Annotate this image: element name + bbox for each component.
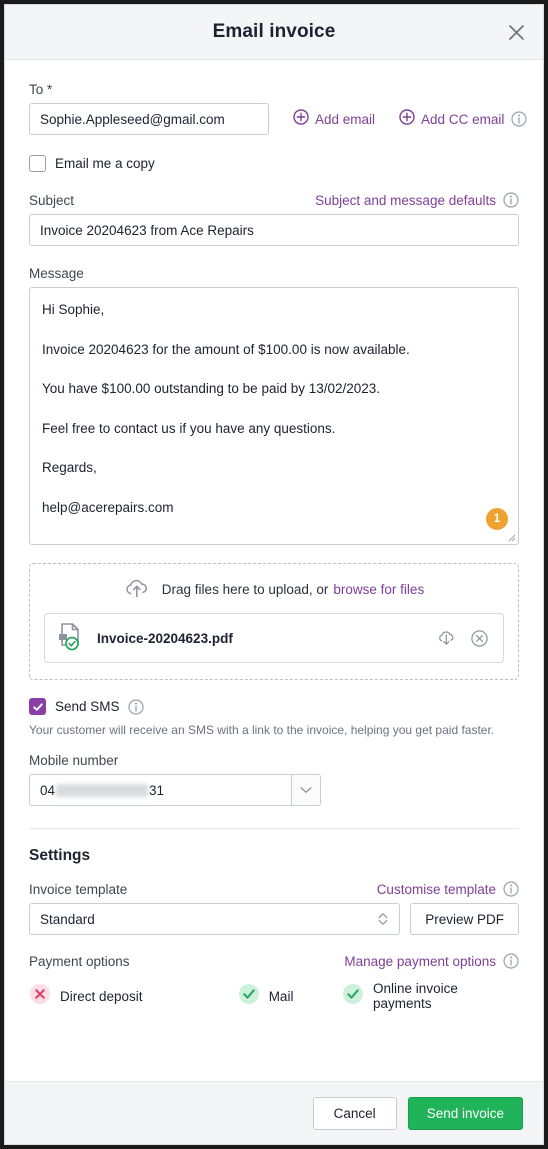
dropzone-prompt-text: Drag files here to upload, or (161, 582, 329, 597)
invoice-template-header-row: Invoice template Customise template (29, 881, 519, 897)
info-icon[interactable] (511, 111, 527, 127)
message-line: You have $100.00 outstanding to be paid … (42, 381, 381, 397)
message-line: help@acerepairs.com (42, 499, 174, 515)
email-me-a-copy-checkbox[interactable] (29, 155, 46, 172)
subject-label: Subject (29, 192, 75, 208)
mobile-number-dropdown-button[interactable] (290, 774, 321, 806)
send-sms-checkbox[interactable] (29, 698, 46, 715)
mobile-number-input[interactable]: 04 31 (29, 774, 291, 806)
plus-circle-icon (399, 108, 415, 130)
invoice-template-label: Invoice template (29, 881, 128, 897)
file-dropzone[interactable]: Drag files here to upload, or browse for… (29, 563, 519, 680)
dialog-footer: Cancel Send invoice (5, 1081, 543, 1144)
file-name-label: Invoice-20204623.pdf (97, 630, 233, 646)
page-title: Email invoice (212, 21, 336, 42)
payment-options-header-row: Payment options Manage payment options (29, 953, 519, 969)
attached-file-row: Invoice-20204623.pdf (44, 613, 504, 663)
redacted-digits (56, 783, 149, 797)
mobile-number-suffix: 31 (149, 782, 165, 798)
dialog-body: To * Sophie.Appleseed@gmail.com Add emai… (5, 60, 543, 1081)
message-line: Invoice 20204623 for the amount of $100.… (42, 341, 410, 357)
message-line: Hi Sophie, (42, 302, 105, 317)
customise-template-link[interactable]: Customise template (377, 882, 496, 897)
plus-circle-icon (293, 108, 309, 130)
send-invoice-button[interactable]: Send invoice (407, 1096, 523, 1130)
email-me-a-copy-row[interactable]: Email me a copy (29, 155, 519, 172)
send-sms-helper-text: Your customer will receive an SMS with a… (29, 723, 495, 737)
info-icon[interactable] (127, 698, 144, 715)
close-icon[interactable] (503, 19, 529, 45)
cross-circle-icon (29, 983, 51, 1010)
email-me-a-copy-label: Email me a copy (55, 156, 155, 171)
chevron-down-icon (300, 787, 312, 793)
message-line: Regards, (42, 460, 97, 476)
subject-and-message-defaults-link[interactable]: Subject and message defaults (315, 193, 496, 208)
dropzone-prompt-row: Drag files here to upload, or browse for… (44, 578, 504, 601)
download-icon[interactable] (437, 629, 456, 648)
email-invoice-dialog: Email invoice To * Sophie.Appleseed@gmai… (4, 4, 544, 1145)
settings-heading: Settings (29, 847, 91, 864)
resize-handle-icon[interactable] (506, 532, 516, 542)
invoice-template-select[interactable]: Standard (29, 903, 401, 935)
settings-divider (29, 828, 519, 829)
add-cc-email-label: Add CC email (421, 111, 505, 127)
check-circle-icon (342, 983, 364, 1010)
payment-option-mail: Mail (238, 983, 342, 1010)
info-icon[interactable] (503, 192, 519, 208)
manage-payment-options-link[interactable]: Manage payment options (344, 954, 496, 969)
payment-option-label: Mail (268, 988, 294, 1004)
preview-pdf-button[interactable]: Preview PDF (410, 903, 519, 935)
payment-option-direct-deposit: Direct deposit (29, 983, 238, 1010)
subject-input[interactable]: Invoice 20204623 from Ace Repairs (29, 214, 519, 246)
message-line: Feel free to contact us if you have any … (42, 420, 336, 436)
pdf-file-check-icon (57, 621, 85, 656)
payment-option-label: Online invoice payments (373, 981, 458, 1011)
mobile-number-field: 04 31 (29, 774, 321, 806)
subject-section: Subject Subject and message defaults Inv… (29, 192, 519, 246)
invoice-template-value: Standard (40, 911, 95, 927)
remove-file-icon[interactable] (470, 629, 489, 648)
payment-option-online-invoice-payments: Online invoice payments (342, 981, 519, 1011)
upload-cloud-icon (124, 578, 150, 601)
status-badge: 1 (486, 508, 508, 530)
payment-option-label: Direct deposit (60, 988, 143, 1004)
payment-options-section: Payment options Manage payment options D… (29, 953, 519, 1011)
mobile-number-section: Mobile number 04 31 (29, 753, 519, 806)
message-textarea[interactable]: Hi Sophie, Invoice 20204623 for the amou… (29, 287, 519, 545)
message-section: Message Hi Sophie, Invoice 20204623 for … (29, 266, 519, 545)
browse-for-files-link[interactable]: browse for files (333, 582, 424, 597)
add-email-button[interactable]: Add email (293, 108, 376, 130)
add-email-label: Add email (315, 111, 376, 127)
add-cc-email-button[interactable]: Add CC email (399, 108, 505, 130)
payment-options-label: Payment options (29, 953, 130, 969)
cancel-button[interactable]: Cancel (312, 1096, 397, 1130)
invoice-template-section: Invoice template Customise template Stan… (29, 881, 519, 935)
mobile-number-label: Mobile number (29, 753, 119, 768)
payment-options-list: Direct deposit Mail Online invoice payme… (29, 981, 519, 1011)
message-label: Message (29, 266, 84, 281)
invoice-template-row: Standard Preview PDF (29, 903, 519, 935)
send-sms-row[interactable]: Send SMS (29, 698, 519, 715)
to-row: Sophie.Appleseed@gmail.com Add email Add… (29, 103, 527, 135)
to-input[interactable]: Sophie.Appleseed@gmail.com (29, 103, 269, 135)
dialog-header: Email invoice (5, 5, 543, 60)
to-label: To * (29, 82, 53, 97)
info-icon[interactable] (503, 881, 519, 897)
send-sms-label: Send SMS (55, 699, 120, 714)
mobile-number-prefix: 04 (40, 782, 56, 798)
subject-header-row: Subject Subject and message defaults (29, 192, 519, 208)
check-circle-icon (238, 983, 260, 1010)
info-icon[interactable] (503, 953, 519, 969)
stepper-updown-icon (378, 913, 388, 925)
